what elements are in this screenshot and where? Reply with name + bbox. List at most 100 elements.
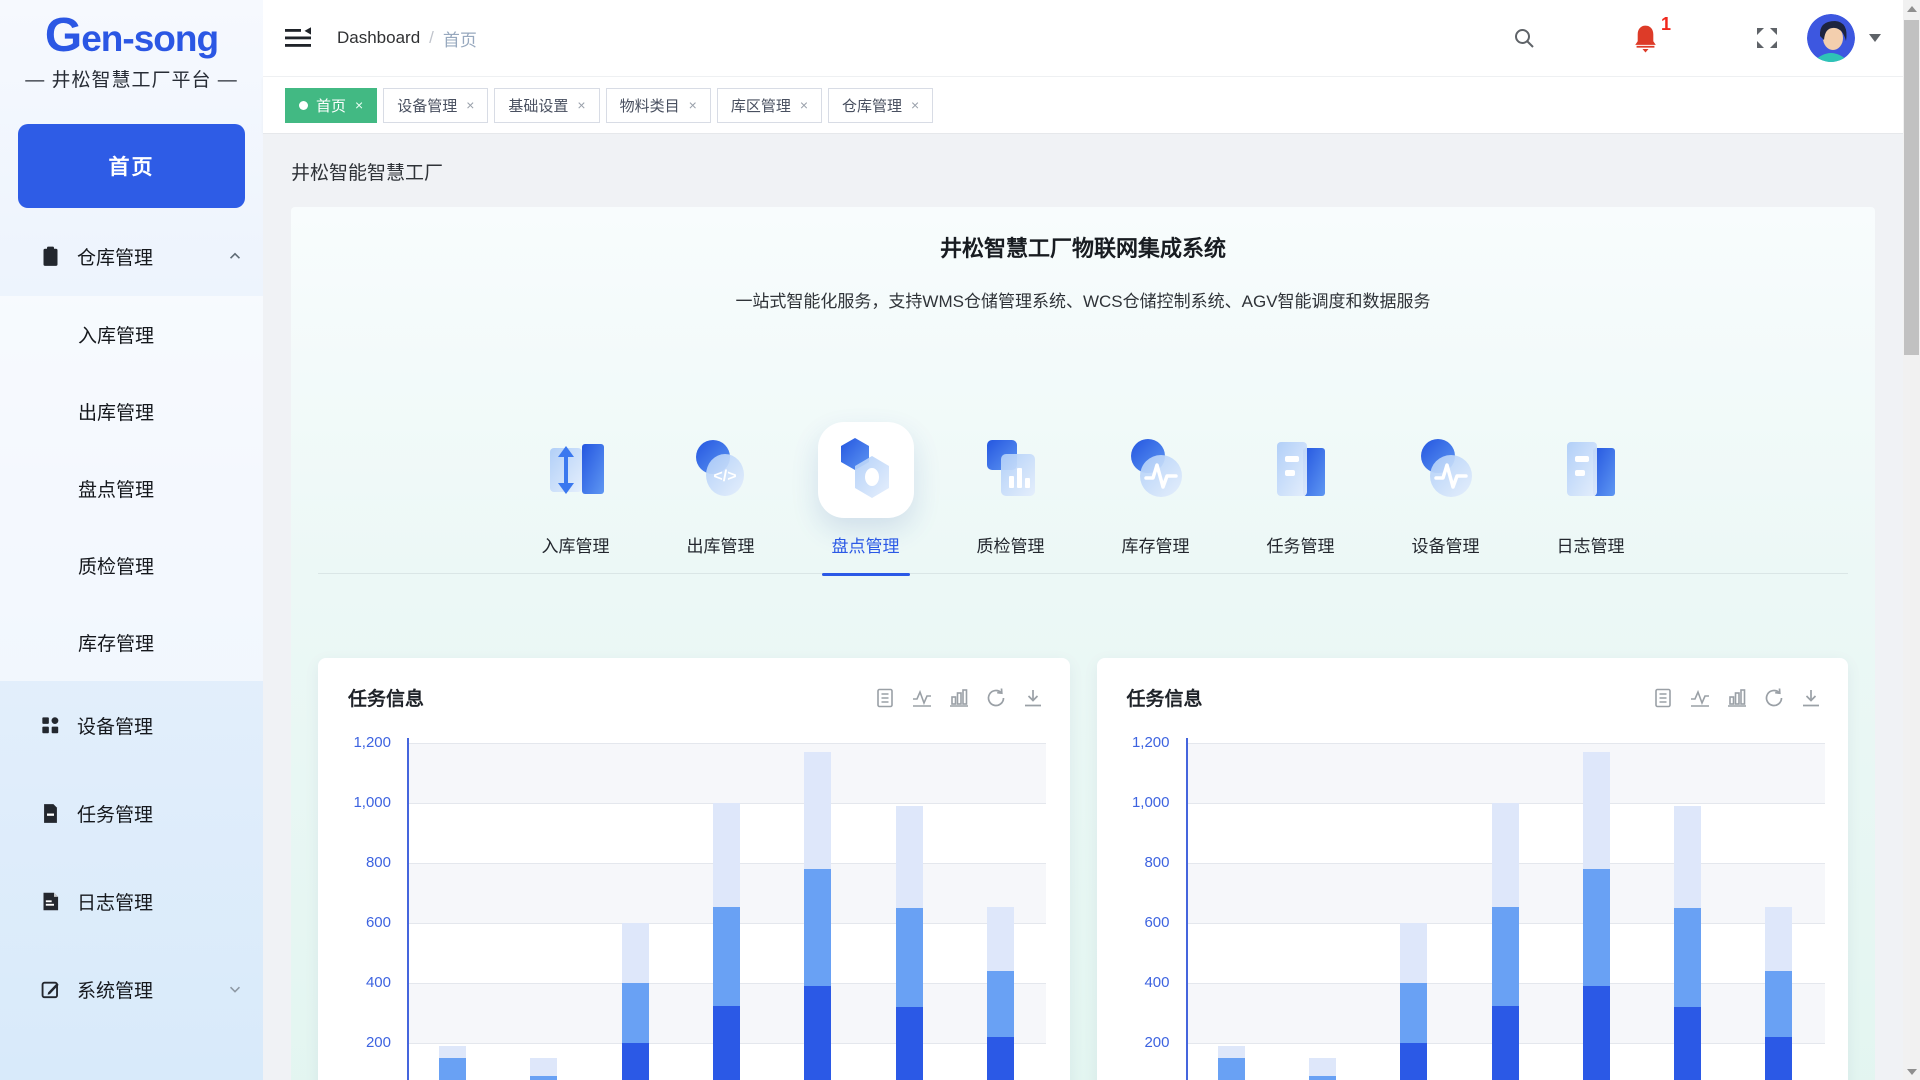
module-shortcuts: 入库管理 </> 出库管理 盘点管理 (318, 422, 1848, 574)
task-info-card-left: 任务信息 2004006008001,0001,200 (318, 658, 1070, 1080)
tab-close-icon[interactable]: × (800, 97, 808, 113)
tab-close-icon[interactable]: × (466, 97, 474, 113)
sidebar-item-warehouse[interactable]: 仓库管理 (0, 234, 263, 278)
tab-label: 库区管理 (731, 95, 791, 116)
device-icon (40, 715, 61, 736)
line-chart-icon[interactable] (911, 687, 933, 709)
tab-label: 物料类目 (620, 95, 680, 116)
hero-panel: 井松智慧工厂物联网集成系统 一站式智能化服务，支持WMS仓储管理系统、WCS仓储… (291, 207, 1875, 1080)
module-logs[interactable]: 日志管理 (1518, 422, 1663, 557)
module-label: 日志管理 (1557, 532, 1625, 557)
breadcrumb-dashboard[interactable]: Dashboard (337, 28, 420, 48)
module-label: 入库管理 (542, 532, 610, 557)
tasks-doc-icon (1253, 422, 1349, 518)
sidebar-item-home[interactable]: 首页 (18, 124, 245, 208)
card-header: 任务信息 (1097, 658, 1849, 711)
sidebar-submenu-warehouse: 入库管理 出库管理 盘点管理 质检管理 库存管理 (0, 296, 263, 681)
tab-basic-settings[interactable]: 基础设置 × (494, 88, 599, 123)
page-scrollbar[interactable] (1903, 0, 1920, 1080)
sidebar: Gen-song — 井松智慧工厂平台 — 首页 仓库管理 入库管理 出库管理 … (0, 0, 263, 1080)
avatar[interactable] (1807, 14, 1855, 62)
chart-toolbar (1652, 687, 1822, 709)
sidebar-item-system[interactable]: 系统管理 (0, 945, 263, 1033)
tab-home[interactable]: 首页 × (285, 88, 377, 123)
sidebar-item-label: 任务管理 (77, 800, 153, 827)
line-chart-icon[interactable] (1689, 687, 1711, 709)
equipment-pulse-icon (1398, 422, 1494, 518)
tabbar: 首页 × 设备管理 × 基础设置 × 物料类目 × 库区管理 × 仓库管理 × (263, 77, 1903, 134)
bar-chart-icon[interactable] (1726, 687, 1748, 709)
collapse-sidebar-icon[interactable] (285, 25, 311, 51)
app-root: Gen-song — 井松智慧工厂平台 — 首页 仓库管理 入库管理 出库管理 … (0, 0, 1920, 1080)
refresh-icon[interactable] (985, 687, 1007, 709)
tab-close-icon[interactable]: × (689, 97, 697, 113)
tab-close-icon[interactable]: × (577, 97, 585, 113)
outbound-icon: </> (673, 422, 769, 518)
chart-toolbar (874, 687, 1044, 709)
sidebar-item-device[interactable]: 设备管理 (0, 681, 263, 769)
notification-badge: 1 (1661, 14, 1671, 35)
inbound-icon (528, 422, 624, 518)
breadcrumb: Dashboard / 首页 (337, 26, 477, 51)
module-inbound[interactable]: 入库管理 (503, 422, 648, 557)
brand-logo: Gen-song — 井松智慧工厂平台 — (0, 0, 263, 110)
hero-heading: 井松智慧工厂物联网集成系统 (318, 231, 1848, 263)
card-title: 任务信息 (348, 684, 424, 711)
bell-icon[interactable]: 1 (1632, 24, 1659, 53)
tab-warehouse[interactable]: 仓库管理 × (828, 88, 933, 123)
topbar: Dashboard / 首页 1 (263, 0, 1903, 77)
module-tasks[interactable]: 任务管理 (1228, 422, 1373, 557)
module-label: 任务管理 (1267, 532, 1335, 557)
sidebar-item-stocktake[interactable]: 盘点管理 (0, 450, 263, 527)
sidebar-item-inbound[interactable]: 入库管理 (0, 296, 263, 373)
refresh-icon[interactable] (1763, 687, 1785, 709)
svg-text:</>: </> (713, 468, 736, 485)
task-info-card-right: 任务信息 2004006008001,0001,200 (1097, 658, 1849, 1080)
sidebar-item-label: 设备管理 (77, 712, 153, 739)
tab-label: 基础设置 (508, 95, 568, 116)
sidebar-item-task[interactable]: 任务管理 (0, 769, 263, 857)
tab-storage-area[interactable]: 库区管理 × (717, 88, 822, 123)
fullscreen-icon[interactable] (1755, 26, 1779, 50)
bar-chart-icon[interactable] (948, 687, 970, 709)
tab-material-category[interactable]: 物料类目 × (606, 88, 711, 123)
sidebar-item-inventory[interactable]: 库存管理 (0, 604, 263, 681)
download-icon[interactable] (1022, 687, 1044, 709)
scrollbar-up-arrow[interactable] (1903, 0, 1920, 17)
module-quality[interactable]: 质检管理 (938, 422, 1083, 557)
system-icon (40, 979, 61, 1000)
quality-icon (963, 422, 1059, 518)
topbar-actions: 1 (1512, 14, 1881, 62)
sidebar-item-label: 仓库管理 (77, 243, 153, 270)
sidebar-item-quality[interactable]: 质检管理 (0, 527, 263, 604)
sidebar-item-outbound[interactable]: 出库管理 (0, 373, 263, 450)
tab-device[interactable]: 设备管理 × (383, 88, 488, 123)
download-icon[interactable] (1800, 687, 1822, 709)
breadcrumb-separator: / (429, 28, 434, 48)
module-outbound[interactable]: </> 出库管理 (648, 422, 793, 557)
tab-close-icon[interactable]: × (355, 97, 363, 113)
chevron-up-icon (227, 248, 243, 264)
scrollbar-down-arrow[interactable] (1903, 1063, 1920, 1080)
tab-label: 仓库管理 (842, 95, 902, 116)
user-menu[interactable] (1807, 14, 1881, 62)
module-inventory[interactable]: 库存管理 (1083, 422, 1228, 557)
hero-subheading: 一站式智能化服务，支持WMS仓储管理系统、WCS仓储控制系统、AGV智能调度和数… (318, 287, 1848, 312)
charts-row: 任务信息 2004006008001,0001,200 (318, 658, 1848, 1080)
module-equipment[interactable]: 设备管理 (1373, 422, 1518, 557)
scrollbar-thumb[interactable] (1904, 20, 1919, 355)
search-icon[interactable] (1512, 26, 1536, 50)
data-view-icon[interactable] (874, 687, 896, 709)
chevron-down-icon (227, 981, 243, 997)
sidebar-item-log[interactable]: 日志管理 (0, 857, 263, 945)
module-stocktake[interactable]: 盘点管理 (793, 422, 938, 557)
active-module-underline (822, 573, 910, 576)
tab-label: 设备管理 (397, 95, 457, 116)
log-icon (40, 891, 61, 912)
module-label: 出库管理 (687, 532, 755, 557)
tab-close-icon[interactable]: × (911, 97, 919, 113)
data-view-icon[interactable] (1652, 687, 1674, 709)
logs-doc-icon (1543, 422, 1639, 518)
stacked-bar-chart: 2004006008001,0001,200 (318, 735, 1070, 1080)
sidebar-item-label: 系统管理 (77, 976, 153, 1003)
